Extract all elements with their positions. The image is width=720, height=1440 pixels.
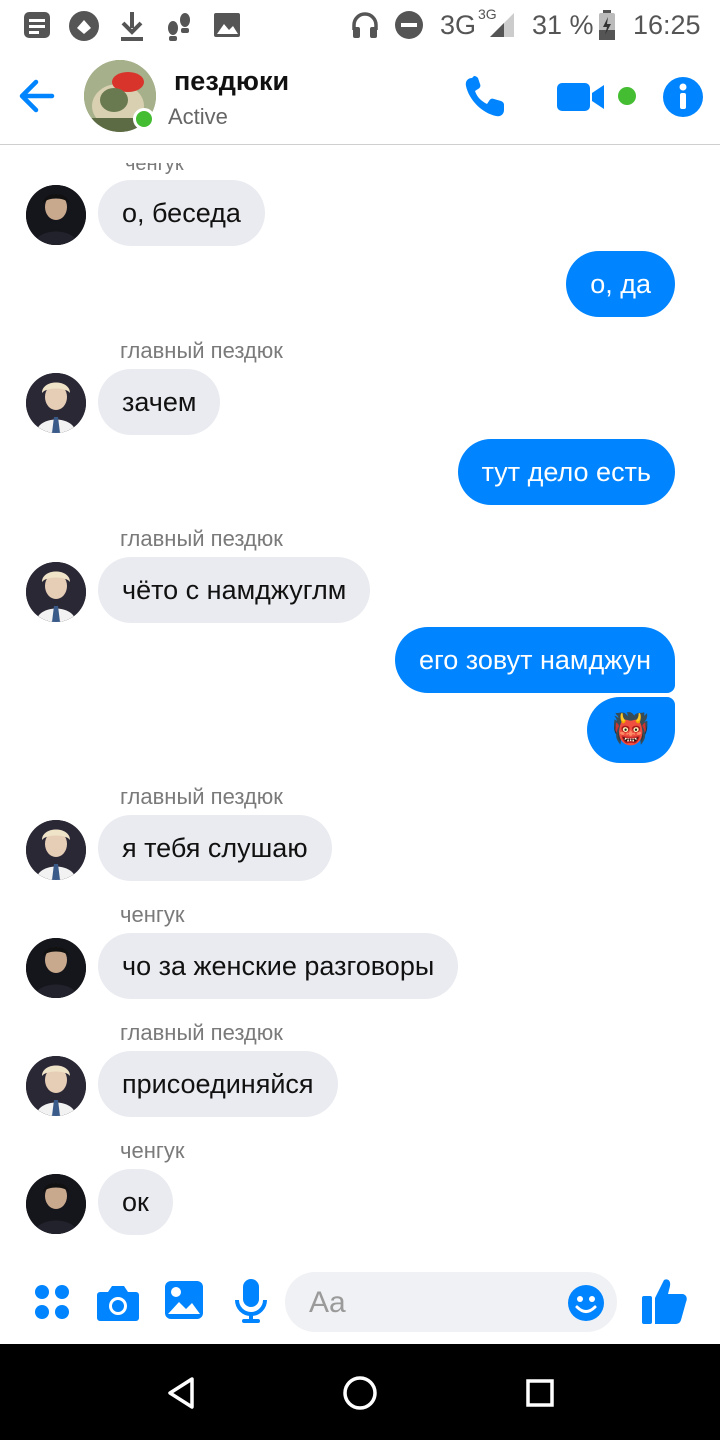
- message-bubble-incoming[interactable]: зачем: [98, 369, 221, 435]
- network-type: 3G: [440, 10, 477, 40]
- active-status-text: Active: [168, 104, 228, 129]
- message-bubble-outgoing[interactable]: его зовут намджун: [394, 627, 675, 693]
- do-not-disturb-icon: [395, 11, 423, 39]
- system-nav-bar: [0, 1344, 720, 1440]
- sender-name: ченгук: [120, 1138, 185, 1163]
- message-bubble-incoming[interactable]: чо за женские разговоры: [98, 933, 459, 999]
- apps-icon[interactable]: [34, 1284, 70, 1320]
- gallery-icon[interactable]: [164, 1280, 204, 1320]
- sender-name: главный пездюк: [120, 338, 283, 363]
- conversation-header: пездюки Active: [0, 50, 720, 145]
- sender-avatar[interactable]: [26, 373, 86, 433]
- message-bubble-outgoing[interactable]: о, да: [566, 251, 675, 317]
- thumbs-up-icon[interactable]: [640, 1276, 688, 1326]
- sender-name: главный пездюк: [120, 784, 283, 809]
- message-bubble-incoming[interactable]: присоединяйся: [98, 1051, 338, 1117]
- battery-icon: [599, 10, 615, 40]
- sender-avatar[interactable]: [26, 562, 86, 622]
- sender-name: главный пездюк: [120, 526, 283, 551]
- headphones-icon: [352, 12, 378, 38]
- active-status-dot: [133, 108, 155, 130]
- app-notification-icon: [69, 11, 99, 41]
- video-active-dot: [618, 87, 636, 105]
- phone-icon[interactable]: [462, 74, 508, 120]
- message-bubble-incoming[interactable]: о, беседа: [98, 180, 265, 246]
- video-icon[interactable]: [556, 80, 606, 114]
- message-bubble-incoming[interactable]: ок: [98, 1169, 173, 1235]
- conversation-title[interactable]: пездюки: [174, 66, 289, 97]
- sender-avatar[interactable]: [26, 938, 86, 998]
- message-input-placeholder: Aa: [309, 1286, 346, 1319]
- sender-avatar[interactable]: [26, 820, 86, 880]
- back-arrow-icon[interactable]: [18, 78, 56, 114]
- footsteps-icon: [168, 13, 190, 41]
- notification-icon: [24, 12, 50, 38]
- download-icon: [121, 12, 143, 41]
- status-bar: 3G 3G 31 % 16:25: [0, 0, 720, 50]
- clock: 16:25: [633, 10, 701, 40]
- camera-icon[interactable]: [96, 1282, 140, 1322]
- message-input[interactable]: Aa: [285, 1272, 617, 1332]
- message-bubble-incoming[interactable]: чёто с намджуглм: [98, 557, 371, 623]
- home-nav-icon[interactable]: [342, 1375, 378, 1411]
- signal-icon: [490, 13, 514, 37]
- recents-nav-icon[interactable]: [526, 1379, 554, 1407]
- sender-name: ченгук: [120, 902, 185, 927]
- message-bubble-outgoing[interactable]: тут дело есть: [457, 439, 675, 505]
- scroll-fade: [0, 145, 720, 163]
- back-nav-icon[interactable]: [166, 1376, 196, 1410]
- sender-avatar[interactable]: [26, 185, 86, 245]
- sender-avatar[interactable]: [26, 1174, 86, 1234]
- sender-name: главный пездюк: [120, 1020, 283, 1045]
- message-bubble-emoji[interactable]: 👹: [587, 697, 675, 763]
- mic-icon[interactable]: [234, 1278, 268, 1324]
- battery-percent: 31 %: [532, 10, 594, 40]
- info-icon[interactable]: [662, 76, 704, 118]
- emoji-icon[interactable]: [567, 1284, 605, 1322]
- image-icon: [214, 13, 240, 37]
- sender-avatar[interactable]: [26, 1056, 86, 1116]
- message-bubble-incoming[interactable]: я тебя слушаю: [98, 815, 332, 881]
- composer-bar: Aa: [0, 1262, 720, 1344]
